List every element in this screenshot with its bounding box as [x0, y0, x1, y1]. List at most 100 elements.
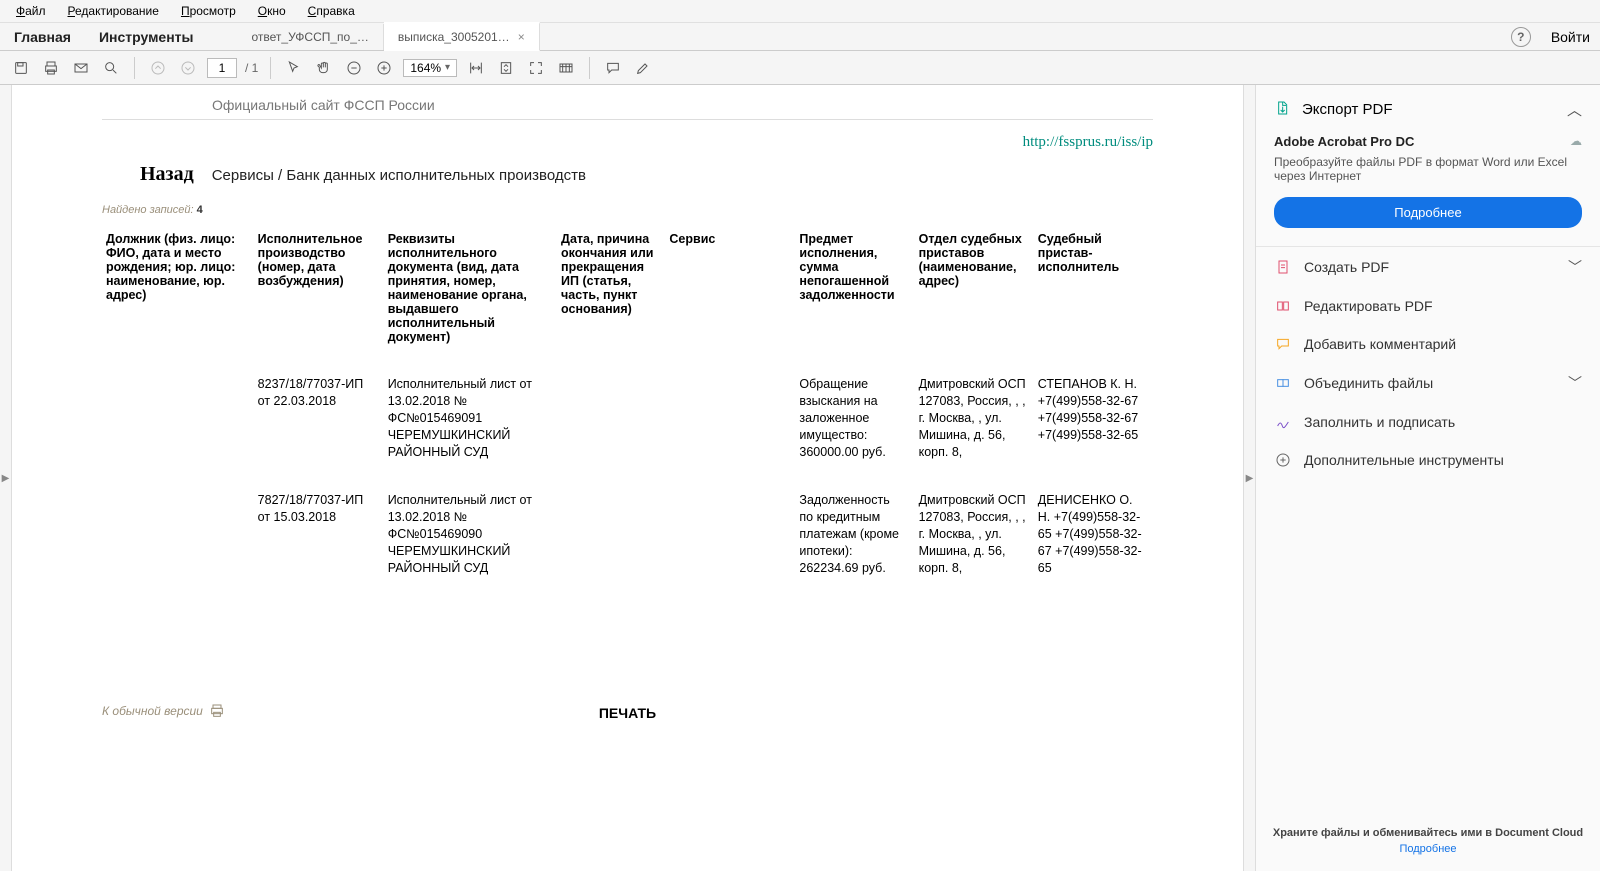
- records-found: Найдено записей: 4: [102, 204, 1153, 216]
- tab-doc1-label: ответ_УФССП_по_…: [251, 30, 368, 44]
- page-up-icon[interactable]: [147, 57, 169, 79]
- site-header: Официальный сайт ФССП России: [212, 97, 1153, 113]
- save-icon[interactable]: [10, 57, 32, 79]
- pdf-page: Официальный сайт ФССП России http://fssp…: [12, 85, 1243, 761]
- export-pdf-icon: [1274, 100, 1290, 120]
- login-button[interactable]: Войти: [1541, 23, 1600, 51]
- cell-subject: Задолженность по кредитным платежам (кро…: [795, 476, 914, 592]
- menu-view[interactable]: Просмотр: [175, 2, 242, 20]
- back-link[interactable]: Назад: [140, 163, 194, 186]
- read-mode-icon[interactable]: [555, 57, 577, 79]
- divider: [102, 119, 1153, 120]
- export-pdf-label: Экспорт PDF: [1302, 101, 1393, 118]
- tool-combine-files[interactable]: Объединить файлы ﹀: [1256, 363, 1600, 403]
- zoom-value: 164%: [410, 61, 441, 75]
- print-small-icon: [209, 703, 225, 719]
- cell-dept: Дмитровский ОСП 127083, Россия, , , г. М…: [915, 476, 1034, 592]
- sign-icon: [1274, 413, 1292, 431]
- fullscreen-icon[interactable]: [525, 57, 547, 79]
- help-button[interactable]: ?: [1511, 27, 1531, 47]
- close-icon[interactable]: ×: [518, 30, 525, 44]
- menu-window[interactable]: Окно: [252, 2, 292, 20]
- comment-icon[interactable]: [602, 57, 624, 79]
- right-panel: Экспорт PDF ︿ ☁ Adobe Acrobat Pro DC Пре…: [1255, 85, 1600, 871]
- cell-proceeding: 8237/18/77037-ИП от 22.03.2018: [254, 360, 384, 476]
- normal-version-label: К обычной версии: [102, 704, 203, 718]
- zoom-select[interactable]: 164% ▾: [403, 59, 457, 77]
- more-button[interactable]: Подробнее: [1274, 197, 1582, 228]
- create-pdf-icon: [1274, 258, 1292, 276]
- tool-fill-sign[interactable]: Заполнить и подписать: [1256, 403, 1600, 441]
- tabbar: Главная Инструменты ответ_УФССП_по_… вып…: [0, 23, 1600, 51]
- print-icon[interactable]: [40, 57, 62, 79]
- tool-edit-pdf[interactable]: Редактировать PDF: [1256, 287, 1600, 325]
- tab-home[interactable]: Главная: [0, 23, 85, 51]
- th-subject: Предмет исполнения, сумма непогашенной з…: [795, 228, 914, 360]
- source-url: http://fssprus.ru/iss/ip: [102, 134, 1153, 151]
- tool-label: Создать PDF: [1304, 259, 1389, 275]
- document-wrap: ▶ Официальный сайт ФССП России http://fs…: [0, 85, 1255, 871]
- right-panel-footer: Храните файлы и обменивайтесь ими в Docu…: [1256, 811, 1600, 871]
- app-title: Adobe Acrobat Pro DC: [1274, 134, 1582, 149]
- footer-link[interactable]: Подробнее: [1272, 843, 1584, 855]
- tab-doc2[interactable]: выписка_3005201…×: [384, 22, 540, 51]
- print-button[interactable]: ПЕЧАТЬ: [102, 705, 1153, 721]
- document-area[interactable]: Официальный сайт ФССП России http://fssp…: [12, 85, 1243, 871]
- breadcrumb: Сервисы / Банк данных исполнительных про…: [212, 167, 586, 184]
- found-label: Найдено записей:: [102, 204, 197, 216]
- page-number-input[interactable]: [207, 58, 237, 78]
- fit-page-icon[interactable]: [495, 57, 517, 79]
- pointer-icon[interactable]: [283, 57, 305, 79]
- search-icon[interactable]: [100, 57, 122, 79]
- edit-pdf-icon: [1274, 297, 1292, 315]
- toolbar: / 1 164%▾: [0, 51, 1600, 85]
- left-panel-toggle[interactable]: ▶: [0, 85, 12, 871]
- th-enddate: Дата, причина окончания или прекращения …: [557, 228, 665, 360]
- tool-label: Дополнительные инструменты: [1304, 452, 1504, 468]
- table-row: 7827/18/77037-ИП от 15.03.2018 Исполните…: [102, 476, 1153, 592]
- export-pdf-header[interactable]: Экспорт PDF ︿: [1256, 85, 1600, 134]
- th-dept: Отдел судебных приставов (наименование, …: [915, 228, 1034, 360]
- fit-width-icon[interactable]: [465, 57, 487, 79]
- th-service: Сервис: [665, 228, 795, 360]
- chevron-down-icon: ﹀: [1568, 373, 1582, 393]
- mail-icon[interactable]: [70, 57, 92, 79]
- workspace: ▶ Официальный сайт ФССП России http://fs…: [0, 85, 1600, 871]
- th-bailiff: Судебный пристав-исполнитель: [1034, 228, 1153, 360]
- table-header-row: Должник (физ. лицо: ФИО, дата и место ро…: [102, 228, 1153, 360]
- th-proceeding: Исполнительное производство (номер, дата…: [254, 228, 384, 360]
- tool-label: Редактировать PDF: [1304, 298, 1433, 314]
- menu-edit[interactable]: Редактирование: [62, 2, 165, 20]
- menu-help[interactable]: Справка: [302, 2, 361, 20]
- tool-label: Добавить комментарий: [1304, 336, 1456, 352]
- zoom-out-icon[interactable]: [343, 57, 365, 79]
- data-table: Должник (физ. лицо: ФИО, дата и место ро…: [102, 228, 1153, 593]
- chevron-down-icon: ﹀: [1568, 257, 1582, 277]
- cell-document: Исполнительный лист от 13.02.2018 № ФС№0…: [384, 360, 557, 476]
- page-down-icon[interactable]: [177, 57, 199, 79]
- breadcrumb-row: Назад Сервисы / Банк данных исполнительн…: [140, 163, 1153, 186]
- cloud-icon: ☁: [1570, 134, 1582, 148]
- tool-create-pdf[interactable]: Создать PDF ﹀: [1256, 247, 1600, 287]
- chevron-down-icon: ▾: [445, 62, 450, 73]
- tool-label: Заполнить и подписать: [1304, 414, 1455, 430]
- tab-doc1[interactable]: ответ_УФССП_по_…: [237, 24, 383, 50]
- highlight-icon[interactable]: [632, 57, 654, 79]
- right-panel-toggle[interactable]: ▶: [1243, 85, 1255, 871]
- tool-more-tools[interactable]: Дополнительные инструменты: [1256, 441, 1600, 479]
- tab-tools[interactable]: Инструменты: [85, 23, 208, 51]
- cell-document: Исполнительный лист от 13.02.2018 № ФС№0…: [384, 476, 557, 592]
- menu-file[interactable]: Файл: [10, 2, 52, 20]
- chevron-up-icon: ︿: [1567, 99, 1582, 120]
- export-pdf-body: ☁ Adobe Acrobat Pro DC Преобразуйте файл…: [1256, 134, 1600, 246]
- th-debtor: Должник (физ. лицо: ФИО, дата и место ро…: [102, 228, 254, 360]
- tool-add-comment[interactable]: Добавить комментарий: [1256, 325, 1600, 363]
- th-document: Реквизиты исполнительного документа (вид…: [384, 228, 557, 360]
- cell-proceeding: 7827/18/77037-ИП от 15.03.2018: [254, 476, 384, 592]
- zoom-in-icon[interactable]: [373, 57, 395, 79]
- hand-icon[interactable]: [313, 57, 335, 79]
- normal-version-link[interactable]: К обычной версии: [102, 703, 225, 719]
- cell-bailiff: ДЕНИСЕНКО О. Н. +7(499)558-32-65 +7(499)…: [1034, 476, 1153, 592]
- cell-bailiff: СТЕПАНОВ К. Н. +7(499)558-32-67 +7(499)5…: [1034, 360, 1153, 476]
- tool-label: Объединить файлы: [1304, 375, 1433, 391]
